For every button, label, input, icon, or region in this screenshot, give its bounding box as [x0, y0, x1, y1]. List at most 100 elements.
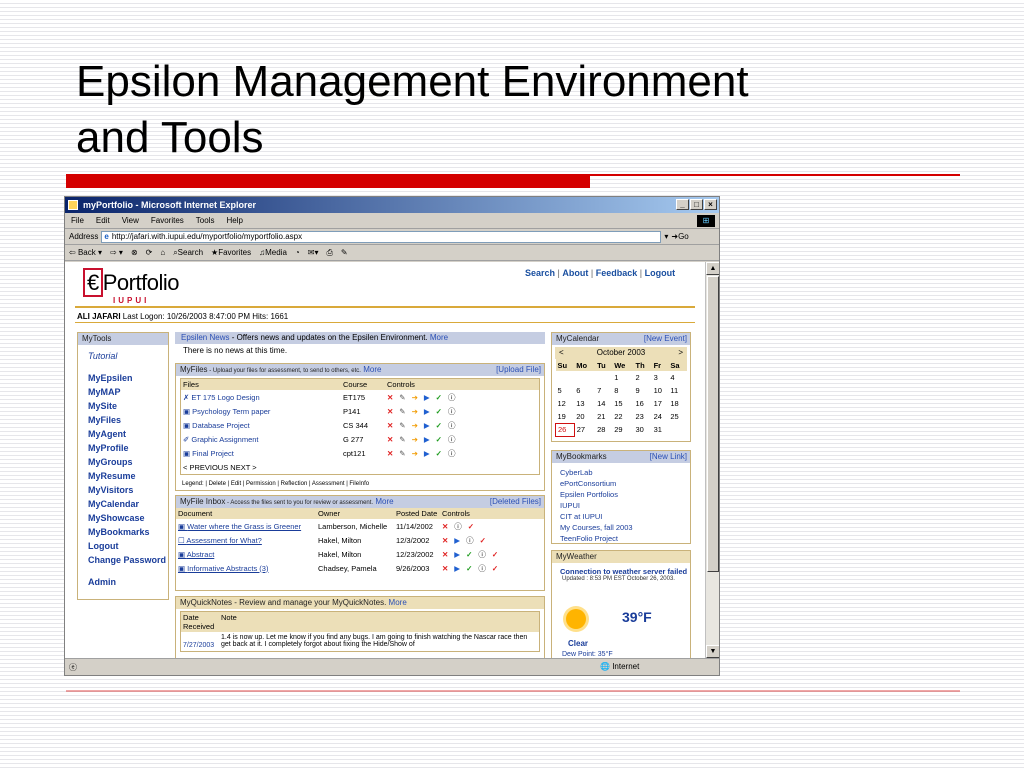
file-link[interactable]: ▣ Final Project: [181, 446, 341, 460]
inbox-more-link[interactable]: More: [375, 497, 393, 506]
tool-mygroups[interactable]: MyGroups: [88, 455, 168, 469]
home-icon[interactable]: ⌂: [160, 248, 165, 257]
news-title-link[interactable]: Epsilen News: [181, 333, 229, 342]
nav-feedback-link[interactable]: Feedback: [596, 268, 638, 278]
stop-icon[interactable]: ⊗: [131, 248, 138, 257]
menu-tools[interactable]: Tools: [196, 213, 215, 228]
calendar-day[interactable]: 8: [612, 384, 633, 397]
document-link[interactable]: ▣ Abstract: [176, 547, 316, 561]
bookmark-link[interactable]: CIT at IUPUI: [560, 511, 690, 522]
scroll-thumb[interactable]: [707, 276, 719, 572]
calendar-day[interactable]: 24: [652, 410, 669, 423]
files-pager[interactable]: < PREVIOUS NEXT >: [181, 460, 539, 474]
nav-about-link[interactable]: About: [562, 268, 588, 278]
search-button[interactable]: ⌕Search: [173, 248, 203, 258]
calendar-day[interactable]: 29: [612, 423, 633, 436]
calendar-day[interactable]: 20: [574, 410, 595, 423]
close-button[interactable]: ×: [704, 199, 717, 210]
tool-change-password[interactable]: Change Password: [88, 553, 168, 567]
new-link-link[interactable]: [New Link]: [650, 451, 687, 463]
file-controls[interactable]: ✕✎➔▶✓ⓘ: [385, 446, 539, 460]
calendar-day[interactable]: 27: [574, 423, 595, 436]
address-dropdown-icon[interactable]: ▾: [664, 232, 668, 241]
calendar-day[interactable]: 14: [595, 397, 612, 410]
calendar-day[interactable]: 2: [633, 371, 651, 384]
scroll-down-icon[interactable]: ▼: [706, 645, 719, 658]
calendar-day[interactable]: 30: [633, 423, 651, 436]
calendar-day[interactable]: 5: [556, 384, 575, 397]
tool-myepsilen[interactable]: MyEpsilen: [88, 371, 168, 385]
nav-logout-link[interactable]: Logout: [645, 268, 676, 278]
file-link[interactable]: ▣ Psychology Term paper: [181, 404, 341, 418]
menu-help[interactable]: Help: [226, 213, 242, 228]
tool-admin[interactable]: Admin: [88, 575, 168, 589]
file-link[interactable]: ✗ ET 175 Logo Design: [181, 390, 341, 404]
back-button[interactable]: ⇦ Back ▾: [69, 248, 102, 257]
upload-file-link[interactable]: [Upload File]: [496, 364, 541, 376]
file-link[interactable]: ✐ Graphic Assignment: [181, 432, 341, 446]
file-controls[interactable]: ✕✎➔▶✓ⓘ: [385, 418, 539, 432]
document-link[interactable]: ☐ Assessment for What?: [176, 533, 316, 547]
file-controls[interactable]: ✕✎➔▶✓ⓘ: [385, 432, 539, 446]
file-controls[interactable]: ✕✎➔▶✓ⓘ: [385, 404, 539, 418]
calendar-day[interactable]: 26: [555, 422, 575, 437]
myfiles-more-link[interactable]: More: [363, 365, 381, 374]
maximize-button[interactable]: □: [690, 199, 703, 210]
media-button[interactable]: ♫Media: [259, 248, 287, 257]
tool-myvisitors[interactable]: MyVisitors: [88, 483, 168, 497]
bookmark-link[interactable]: IUPUI: [560, 500, 690, 511]
tool-myshowcase[interactable]: MyShowcase: [88, 511, 168, 525]
mail-icon[interactable]: ✉▾: [308, 248, 319, 257]
tool-myagent[interactable]: MyAgent: [88, 427, 168, 441]
edit-icon[interactable]: ✎: [341, 248, 348, 257]
calendar-day[interactable]: 16: [633, 397, 651, 410]
calendar-day[interactable]: 11: [668, 384, 686, 397]
calendar-day[interactable]: 18: [668, 397, 686, 410]
print-icon[interactable]: ⎙: [326, 248, 332, 258]
address-input[interactable]: e http://jafari.with.iupui.edu/myportfol…: [101, 230, 662, 243]
inbox-controls[interactable]: ✕▶ⓘ✓: [440, 533, 544, 547]
tool-mycalendar[interactable]: MyCalendar: [88, 497, 168, 511]
calendar-day[interactable]: 7: [595, 384, 612, 397]
refresh-icon[interactable]: ⟳: [146, 248, 153, 257]
prev-month-button[interactable]: <: [559, 347, 564, 359]
menu-favorites[interactable]: Favorites: [151, 213, 184, 228]
calendar-day[interactable]: 17: [652, 397, 669, 410]
calendar-day[interactable]: 25: [668, 410, 686, 423]
inbox-controls[interactable]: ✕▶✓ⓘ✓: [440, 547, 544, 561]
next-month-button[interactable]: >: [678, 347, 683, 359]
inbox-controls[interactable]: ✕▶✓ⓘ✓: [440, 561, 544, 575]
calendar-day[interactable]: 19: [556, 410, 575, 423]
calendar-day[interactable]: 10: [652, 384, 669, 397]
calendar-day[interactable]: 12: [556, 397, 575, 410]
new-event-link[interactable]: [New Event]: [644, 333, 687, 345]
bookmark-link[interactable]: ePortConsortium: [560, 478, 690, 489]
tool-tutorial[interactable]: Tutorial: [88, 349, 168, 363]
note-date[interactable]: 7/27/2003: [183, 634, 221, 649]
file-link[interactable]: ▣ Database Project: [181, 418, 341, 432]
tool-logout[interactable]: Logout: [88, 539, 168, 553]
bookmark-link[interactable]: TeenFolio Project: [560, 533, 690, 544]
calendar-day[interactable]: 3: [652, 371, 669, 384]
bookmark-link[interactable]: Epsilen Portfolios: [560, 489, 690, 500]
calendar-day[interactable]: 4: [668, 371, 686, 384]
bookmark-link[interactable]: My Courses, fall 2003: [560, 522, 690, 533]
forward-button[interactable]: ⇨ ▾: [110, 248, 123, 257]
deleted-files-link[interactable]: [Deleted Files]: [490, 496, 541, 508]
tool-mysite[interactable]: MySite: [88, 399, 168, 413]
minimize-button[interactable]: _: [676, 199, 689, 210]
nav-search-link[interactable]: Search: [525, 268, 555, 278]
calendar-day[interactable]: 23: [633, 410, 651, 423]
tool-myfiles[interactable]: MyFiles: [88, 413, 168, 427]
document-link[interactable]: ▣ Informative Abstracts (3): [176, 561, 316, 575]
tool-mymap[interactable]: MyMAP: [88, 385, 168, 399]
menu-file[interactable]: File: [71, 213, 84, 228]
calendar-day[interactable]: 1: [612, 371, 633, 384]
history-icon[interactable]: ◔: [295, 248, 300, 257]
calendar-day[interactable]: 15: [612, 397, 633, 410]
menu-edit[interactable]: Edit: [96, 213, 110, 228]
calendar-day[interactable]: 6: [574, 384, 595, 397]
menu-view[interactable]: View: [122, 213, 139, 228]
vertical-scrollbar[interactable]: ▲ ▼: [705, 262, 719, 658]
calendar-day[interactable]: 9: [633, 384, 651, 397]
